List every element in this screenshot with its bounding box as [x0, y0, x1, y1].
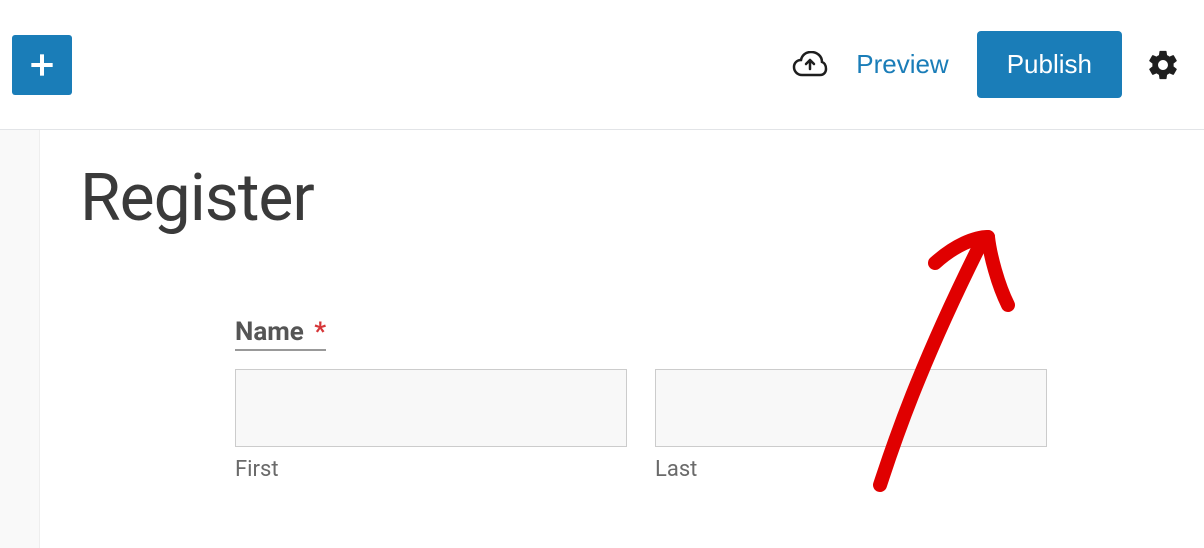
- name-field-label: Name *: [235, 317, 326, 351]
- settings-button[interactable]: [1142, 44, 1184, 86]
- editor-content: Register Name * First Last: [40, 130, 1204, 548]
- name-input-row: First Last: [235, 369, 1164, 482]
- first-name-sublabel: First: [235, 457, 627, 482]
- gear-icon: [1146, 48, 1180, 82]
- last-name-column: Last: [655, 369, 1047, 482]
- editor-canvas: Register Name * First Last: [0, 130, 1204, 548]
- publish-button[interactable]: Publish: [977, 31, 1122, 98]
- first-name-column: First: [235, 369, 627, 482]
- first-name-input[interactable]: [235, 369, 627, 447]
- editor-left-gutter: [0, 130, 40, 548]
- form-name-block: Name * First Last: [80, 317, 1164, 482]
- editor-toolbar: Preview Publish: [0, 0, 1204, 130]
- save-status-icon: [792, 47, 828, 83]
- last-name-sublabel: Last: [655, 457, 1047, 482]
- name-label-row: Name *: [235, 317, 1164, 369]
- last-name-input[interactable]: [655, 369, 1047, 447]
- add-block-button[interactable]: [12, 35, 72, 95]
- name-field-label-text: Name: [235, 317, 304, 347]
- required-asterisk: *: [314, 317, 326, 347]
- toolbar-right-group: Preview Publish: [792, 31, 1192, 98]
- plus-icon: [26, 49, 58, 81]
- toolbar-left-group: [12, 35, 72, 95]
- preview-button[interactable]: Preview: [848, 49, 956, 80]
- page-title[interactable]: Register: [80, 160, 1164, 237]
